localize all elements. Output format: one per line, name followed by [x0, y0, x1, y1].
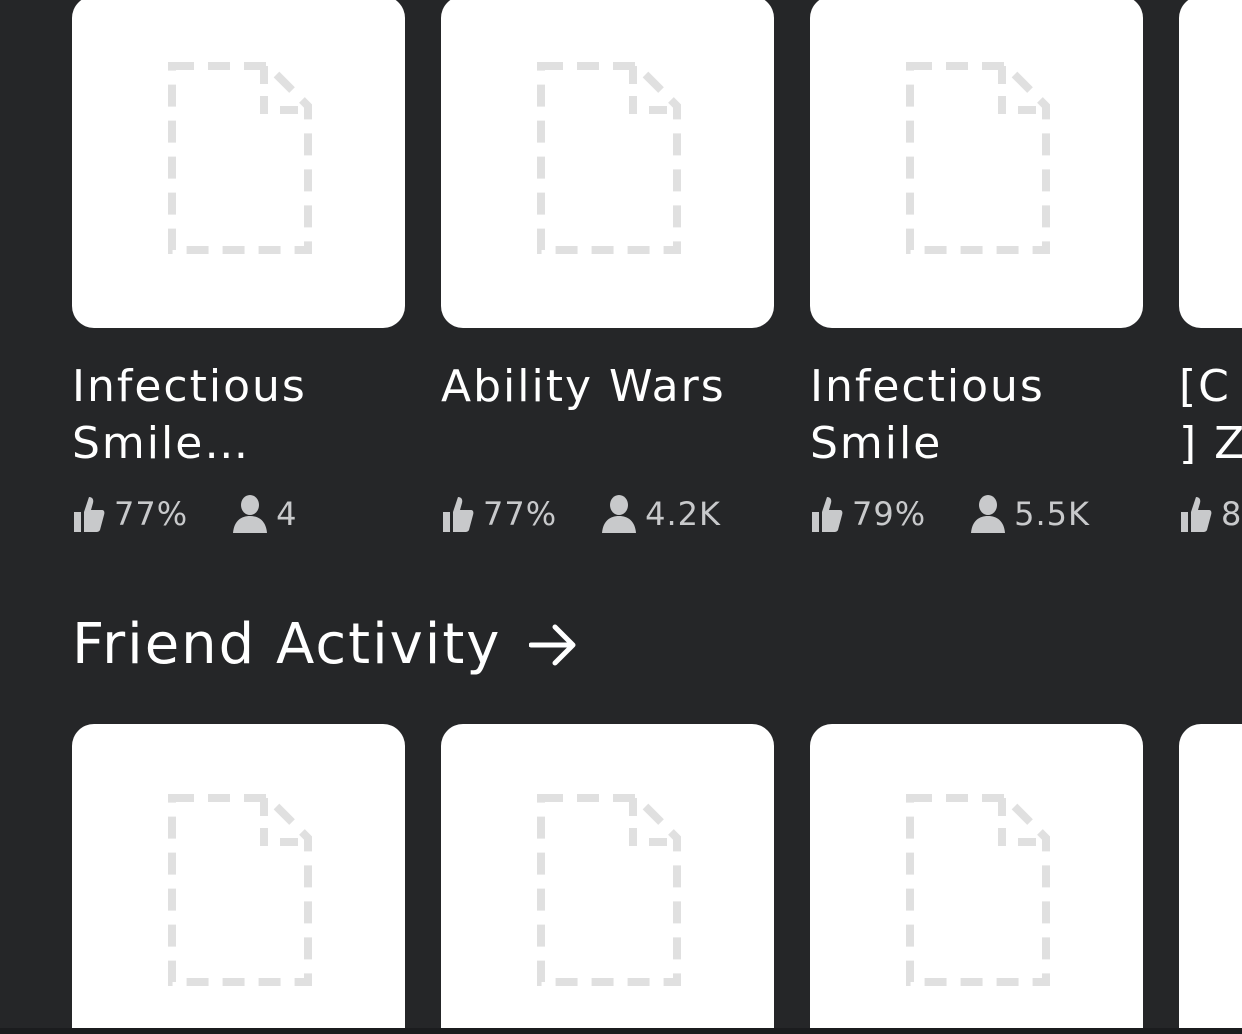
players-stat: 4: [232, 494, 297, 534]
players-stat: 5.5K: [970, 494, 1090, 534]
game-thumbnail[interactable]: [441, 0, 774, 328]
game-thumbnail[interactable]: [72, 0, 405, 328]
game-title[interactable]: Infectious Smile…: [72, 358, 405, 472]
players-stat: 4.2K: [601, 494, 721, 534]
game-card[interactable]: Ability Wars 77% 4.2K: [441, 0, 774, 534]
arrow-right-icon[interactable]: [529, 623, 579, 667]
game-title-line: ] Z: [1179, 418, 1242, 469]
rating-value: 8: [1221, 495, 1242, 533]
person-icon: [971, 495, 1006, 533]
file-placeholder-icon: [536, 62, 681, 254]
game-row: Infectious Smile… 77% 4 Ability Wars 77%…: [72, 0, 1242, 534]
friend-game-card[interactable]: [810, 724, 1143, 1028]
rating-stat: 8: [1179, 494, 1242, 534]
friend-game-card[interactable]: [441, 724, 774, 1028]
game-title[interactable]: [C ] Z: [1179, 358, 1242, 472]
file-placeholder-icon: [167, 62, 312, 254]
section-title-text: Friend Activity: [72, 612, 502, 677]
friend-game-card[interactable]: [1179, 724, 1242, 1028]
players-value: 4.2K: [645, 495, 721, 533]
game-card[interactable]: Infectious Smile… 77% 4: [72, 0, 405, 534]
rating-value: 77%: [483, 495, 558, 533]
game-title[interactable]: Infectious Smile: [810, 358, 1143, 472]
game-card[interactable]: [C ] Z 8: [1179, 0, 1242, 534]
players-value: 5.5K: [1014, 495, 1090, 533]
rating-stat: 79%: [810, 494, 926, 534]
friend-activity-heading[interactable]: Friend Activity: [72, 612, 579, 677]
players-value: 4: [276, 495, 298, 533]
rating-value: 77%: [114, 495, 189, 533]
game-title-line: Smile…: [72, 418, 251, 469]
person-icon: [233, 495, 268, 533]
file-placeholder-icon: [167, 794, 312, 986]
game-thumbnail[interactable]: [1179, 724, 1242, 1028]
bottom-edge: [0, 1028, 1242, 1034]
game-title[interactable]: Ability Wars: [441, 358, 774, 472]
game-stats: 77% 4: [72, 494, 405, 534]
game-thumbnail[interactable]: [810, 724, 1143, 1028]
game-card[interactable]: Infectious Smile 79% 5.5K: [810, 0, 1143, 534]
game-stats: 79% 5.5K: [810, 494, 1143, 534]
game-title-line: Infectious: [810, 361, 1045, 412]
rating-value: 79%: [852, 495, 927, 533]
game-title-line: Smile: [810, 418, 943, 469]
thumbs-up-icon: [812, 497, 843, 532]
rating-stat: 77%: [441, 494, 557, 534]
file-placeholder-icon: [905, 62, 1050, 254]
game-title-line: Ability Wars: [441, 361, 726, 412]
thumbs-up-icon: [74, 497, 105, 532]
friend-game-card[interactable]: [72, 724, 405, 1028]
person-icon: [602, 495, 637, 533]
thumbs-up-icon: [443, 497, 474, 532]
file-placeholder-icon: [536, 794, 681, 986]
game-thumbnail[interactable]: [1179, 0, 1242, 328]
file-placeholder-icon: [905, 794, 1050, 986]
game-thumbnail[interactable]: [441, 724, 774, 1028]
game-title-line: [C: [1179, 361, 1231, 412]
page: Infectious Smile… 77% 4 Ability Wars 77%…: [0, 0, 1242, 1034]
game-stats: 8: [1179, 494, 1242, 534]
thumbs-up-icon: [1181, 497, 1212, 532]
game-thumbnail[interactable]: [72, 724, 405, 1028]
rating-stat: 77%: [72, 494, 188, 534]
friend-activity-row: [72, 724, 1242, 1028]
game-stats: 77% 4.2K: [441, 494, 774, 534]
game-title-line: Infectious: [72, 361, 307, 412]
game-thumbnail[interactable]: [810, 0, 1143, 328]
